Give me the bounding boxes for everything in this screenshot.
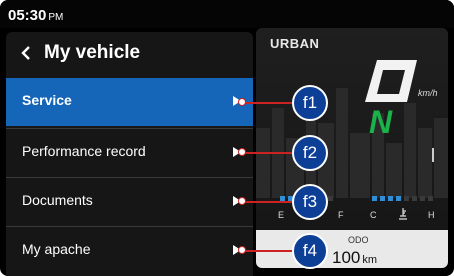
temp-segment	[388, 196, 393, 201]
callout-dot-f2	[238, 148, 246, 156]
callout-badge-f1: f1	[292, 85, 328, 121]
temp-segment	[372, 196, 377, 201]
speed-digit	[365, 60, 417, 102]
menu-item-performance-record[interactable]: Performance record	[6, 128, 253, 176]
clock-ampm: PM	[48, 12, 64, 23]
callout-badge-f4: f4	[292, 233, 328, 269]
temp-cold-label: C	[370, 210, 377, 220]
temp-segment	[428, 196, 433, 201]
chevron-left-icon[interactable]	[20, 46, 32, 60]
callout-badge-f3: f3	[292, 184, 328, 220]
menu-item-service[interactable]: Service	[6, 78, 253, 126]
menu-item-my-apache[interactable]: My apache	[6, 226, 253, 274]
odometer-number: 100	[332, 248, 361, 267]
gear-indicator: N	[369, 104, 393, 140]
ride-mode-label: URBAN	[270, 36, 320, 51]
temp-segment	[396, 196, 401, 201]
callout-dot-f3	[238, 197, 246, 205]
odometer-unit: km	[362, 254, 378, 266]
temp-segment	[380, 196, 385, 201]
callout-line-f4	[241, 250, 293, 252]
temp-segment	[404, 196, 409, 201]
odometer-value: 100 km	[332, 248, 377, 268]
fuel-full-label: F	[338, 210, 344, 220]
fuel-segment	[328, 196, 333, 201]
instrument-cluster: URBAN km/h N E F C H ODO 100 km	[256, 28, 448, 268]
callout-line-f1	[241, 102, 293, 104]
menu-item-label: Performance record	[22, 143, 146, 159]
menu-item-label: Service	[22, 92, 72, 108]
odometer: ODO 100 km	[256, 230, 448, 268]
callout-badge-f2: f2	[292, 135, 328, 171]
tachometer-needle	[432, 148, 434, 162]
callout-dot-f1	[238, 98, 246, 106]
vehicle-menu: My vehicle Service Performance record Do…	[6, 32, 253, 276]
menu-item-label: My apache	[22, 241, 91, 257]
callout-dot-f4	[238, 246, 246, 254]
callout-line-f3	[241, 201, 293, 203]
menu-item-documents[interactable]: Documents	[6, 177, 253, 225]
odometer-label: ODO	[348, 235, 369, 245]
temperature-gauge	[372, 196, 433, 201]
menu-title: My vehicle	[44, 42, 141, 63]
status-bar: 05:30 PM	[0, 0, 454, 28]
callout-line-f2	[241, 152, 293, 154]
thermometer-icon	[399, 208, 407, 220]
clock-time: 05:30	[8, 7, 47, 24]
temp-hot-label: H	[428, 210, 435, 220]
temp-segment	[412, 196, 417, 201]
menu-item-label: Documents	[22, 192, 93, 208]
speed-unit: km/h	[418, 88, 438, 98]
temp-segment	[420, 196, 425, 201]
clock: 05:30 PM	[8, 7, 63, 24]
menu-header: My vehicle	[6, 32, 253, 76]
fuel-empty-label: E	[278, 210, 285, 220]
vehicle-display: 05:30 PM URBAN km/h N E F C H ODO 100 km…	[0, 0, 454, 276]
